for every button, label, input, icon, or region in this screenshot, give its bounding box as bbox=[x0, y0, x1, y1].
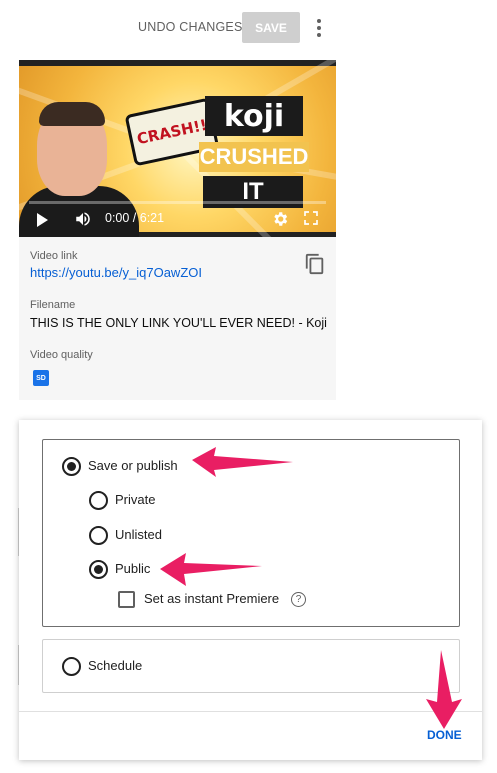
arrow-public bbox=[160, 553, 262, 586]
annotation-arrows bbox=[160, 447, 462, 729]
arrow-done bbox=[426, 650, 462, 729]
arrow-save-or-publish bbox=[192, 447, 293, 477]
